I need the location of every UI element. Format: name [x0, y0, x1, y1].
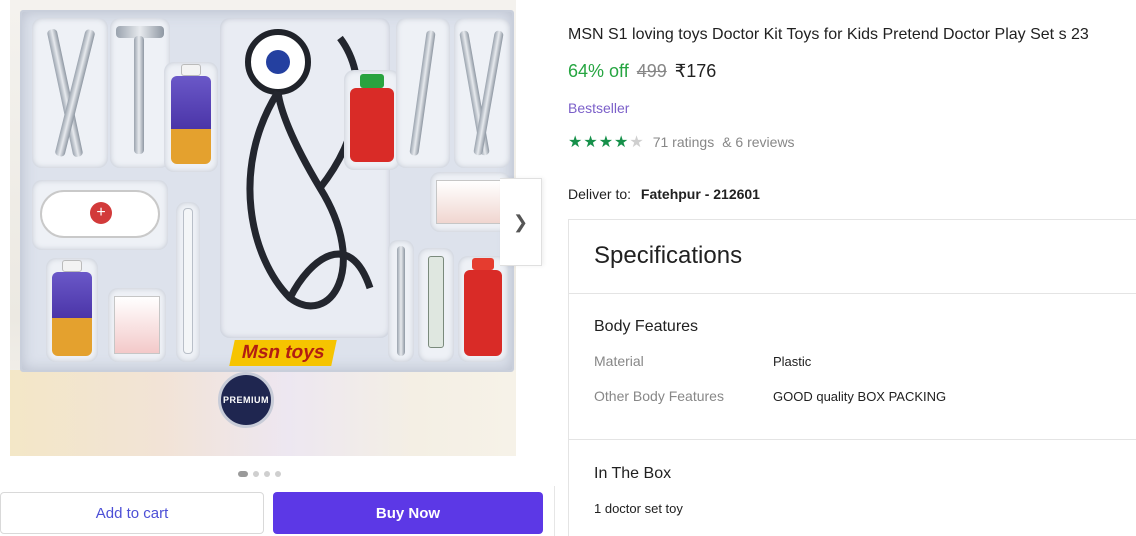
- deliver-location[interactable]: Fatehpur - 212601: [641, 186, 760, 202]
- product-gallery: + Msn toys PREMIUM ❯ Add to cart Buy Now: [0, 0, 556, 536]
- in-the-box-title: In The Box: [594, 465, 672, 482]
- red-bottle-2: [464, 270, 502, 356]
- glucose-bottle-2: [52, 272, 92, 356]
- box-slot: [108, 288, 166, 362]
- deliver-label: Deliver to:: [568, 186, 632, 202]
- tongs-slot: [454, 18, 510, 168]
- star-empty-icon: ★: [629, 134, 645, 151]
- carousel-dot[interactable]: [275, 471, 281, 477]
- divider: [554, 486, 555, 536]
- brand-label: Msn toys: [229, 340, 338, 366]
- scissors-slot: [396, 18, 450, 168]
- red-bottle-slot-2: [458, 256, 508, 362]
- spec-label: Other Body Features: [594, 388, 724, 404]
- specifications-heading: Specifications: [594, 242, 743, 269]
- original-price: 499: [636, 61, 667, 81]
- red-bottle-cap-2: [472, 258, 494, 270]
- syringe: [428, 256, 444, 348]
- red-bottle-slot: [344, 70, 400, 170]
- mask-slot: +: [32, 180, 168, 250]
- scalpel-slot: [388, 240, 414, 362]
- thermometer: [183, 208, 193, 354]
- red-bottle: [350, 88, 394, 162]
- stethoscope-illustration: [245, 29, 374, 310]
- pliers-slot: [32, 18, 108, 168]
- action-buttons: Add to cart Buy Now: [0, 492, 556, 536]
- divider: [569, 439, 1136, 440]
- spec-value: Plastic: [773, 354, 812, 369]
- carousel-dots: [238, 471, 281, 477]
- product-image[interactable]: + Msn toys PREMIUM: [10, 0, 516, 456]
- thermometer-slot: [176, 202, 200, 362]
- specifications-card: Specifications Body Features Material Pl…: [568, 219, 1136, 536]
- ratings-count[interactable]: 71 ratings: [653, 134, 714, 150]
- rating-row[interactable]: ★★★★★ 71 ratings & 6 reviews: [568, 132, 795, 152]
- bottle-cap: [181, 64, 201, 76]
- add-to-cart-button[interactable]: Add to cart: [0, 492, 264, 534]
- bottle-slot: [164, 62, 218, 172]
- bottle-slot-2: [46, 258, 98, 362]
- star-rating-icon: ★★★★★: [568, 134, 645, 151]
- carousel-dot[interactable]: [264, 471, 270, 477]
- hammer-slot: [110, 18, 170, 168]
- scalpel: [397, 246, 405, 356]
- red-bottle-cap: [360, 74, 384, 88]
- delivery-location[interactable]: Deliver to: Fatehpur - 212601: [568, 186, 760, 202]
- price-row: 64% off 499 ₹176: [568, 61, 716, 82]
- body-features-title: Body Features: [594, 318, 699, 335]
- scissors-illustration: [409, 29, 436, 157]
- bandage-box: [436, 180, 504, 224]
- product-info: MSN S1 loving toys Doctor Kit Toys for K…: [568, 0, 1136, 536]
- carousel-dot[interactable]: [238, 471, 248, 477]
- hammer-handle: [134, 36, 144, 154]
- red-cross-icon: +: [90, 202, 112, 224]
- chevron-right-icon: ❯: [512, 211, 529, 232]
- premium-seal: PREMIUM: [218, 372, 274, 428]
- medicine-box: [114, 296, 160, 354]
- carousel-dot[interactable]: [253, 471, 259, 477]
- bandage-slot: [430, 172, 510, 232]
- selling-price: ₹176: [674, 61, 717, 81]
- bestseller-badge: Bestseller: [568, 100, 630, 116]
- toy-tray: +: [20, 10, 514, 372]
- stethoscope-slot: [220, 18, 390, 338]
- in-the-box-value: 1 doctor set toy: [594, 501, 683, 516]
- glucose-bottle: [171, 76, 211, 164]
- buy-now-button[interactable]: Buy Now: [273, 492, 543, 534]
- discount-percent: 64% off: [568, 61, 629, 81]
- divider: [569, 293, 1136, 294]
- spec-label: Material: [594, 353, 644, 369]
- bottle-cap-2: [62, 260, 82, 272]
- reviews-count[interactable]: & 6 reviews: [722, 134, 794, 150]
- spec-value: GOOD quality BOX PACKING: [773, 389, 947, 404]
- syringe-slot: [418, 248, 454, 362]
- product-title: MSN S1 loving toys Doctor Kit Toys for K…: [568, 26, 1089, 43]
- next-image-button[interactable]: ❯: [500, 178, 542, 266]
